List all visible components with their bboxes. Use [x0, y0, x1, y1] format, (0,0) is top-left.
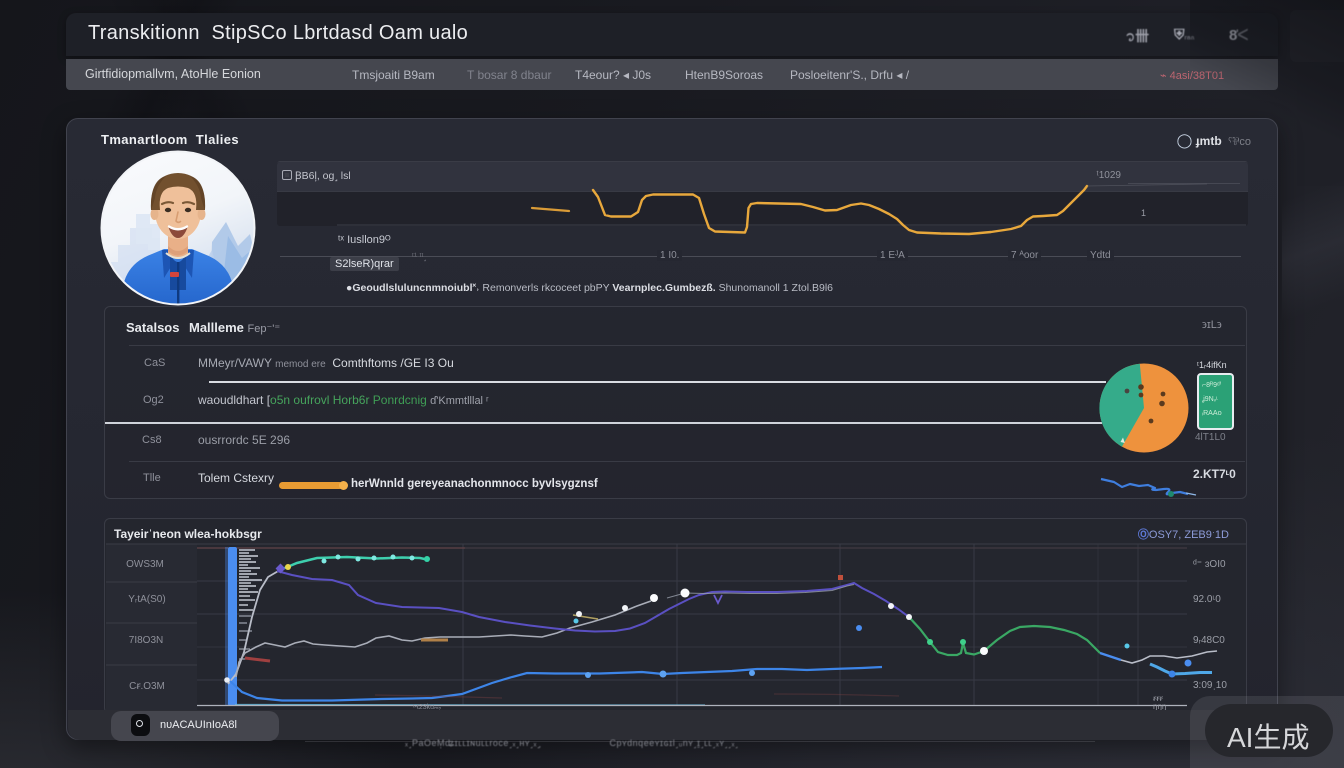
svg-text:1: 1: [1141, 208, 1146, 218]
svg-text:92.0ᶫ0: 92.0ᶫ0: [1193, 594, 1221, 605]
svg-text:Cꞧ.O3M: Cꞧ.O3M: [129, 681, 165, 692]
svg-text:3:09ˌ10: 3:09ˌ10: [1193, 680, 1227, 691]
svg-text:9ᵣ48C0: 9ᵣ48C0: [1193, 635, 1225, 646]
svg-text:ᵈ⁼ ɜOI0: ᵈ⁼ ɜOI0: [1193, 559, 1226, 570]
svg-text:YᵣtA(S0): YᵣtA(S0): [128, 594, 165, 605]
svg-text:7I8O3N: 7I8O3N: [129, 635, 163, 646]
svg-text:OWS3M: OWS3M: [126, 559, 164, 570]
